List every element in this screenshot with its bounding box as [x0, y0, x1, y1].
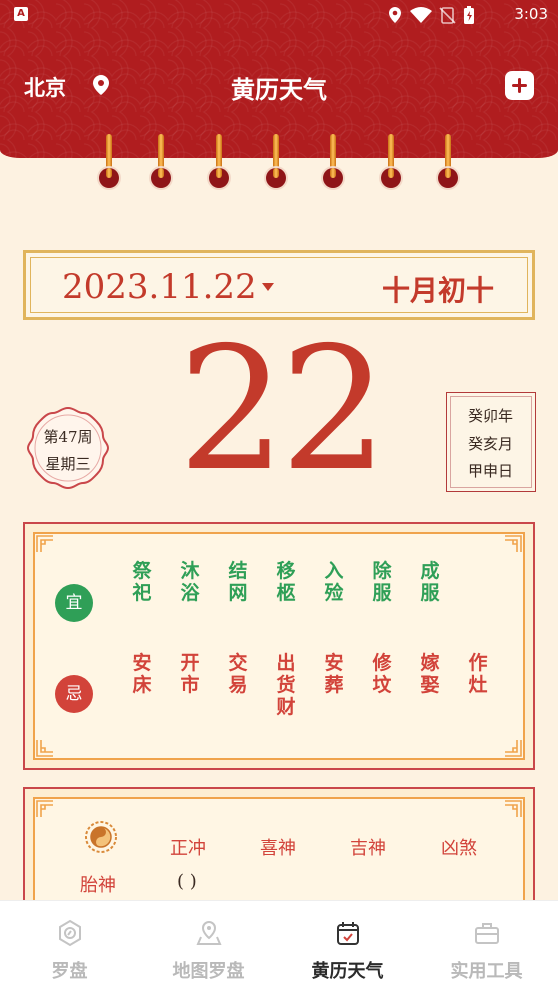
- compass-icon: [59, 919, 81, 947]
- week-badge: 第47周 星期三: [25, 405, 111, 491]
- ji-label: 忌: [55, 675, 93, 713]
- ji-item: 安葬: [324, 652, 344, 696]
- week-number: 第47周: [43, 428, 93, 446]
- corner-ornament-icon: [505, 800, 522, 817]
- ji-item: 安床: [132, 652, 152, 696]
- weekday: 星期三: [45, 455, 91, 473]
- yi-item: 结网: [228, 560, 248, 604]
- yi-item: 除服: [372, 560, 392, 604]
- nav-label: 黄历天气: [311, 961, 384, 982]
- bagua-icon: [85, 821, 117, 853]
- add-city-button[interactable]: [505, 71, 534, 100]
- no-sim-icon: [439, 7, 456, 24]
- lunar-date: 十月初十: [381, 274, 494, 307]
- status-icons: [389, 6, 474, 24]
- ji-item: 出货财: [276, 652, 296, 718]
- god-header-xishen: 喜神: [260, 838, 296, 859]
- solar-date[interactable]: 2023.11.22: [62, 267, 257, 307]
- binder-ring: [380, 134, 402, 190]
- big-day-number: 22: [177, 311, 388, 509]
- yi-label: 宜: [55, 584, 93, 622]
- binder-ring: [208, 134, 230, 190]
- god-header-xiongsha: 凶煞: [441, 838, 477, 859]
- nav-item-compass[interactable]: 罗盘: [0, 901, 139, 992]
- ganzhi-year: 癸卯年: [467, 407, 513, 425]
- ganzhi-day: 甲申日: [467, 462, 513, 480]
- nav-item-map-compass[interactable]: 地图罗盘: [139, 901, 278, 992]
- dropdown-caret-icon[interactable]: [262, 283, 274, 291]
- binder-ring: [265, 134, 287, 190]
- ji-item: 嫁娶: [420, 652, 440, 696]
- yi-item: 移柩: [276, 560, 296, 604]
- taishen-label: 胎神: [80, 875, 116, 896]
- corner-ornament-icon: [505, 535, 522, 552]
- clock: 3:03: [514, 5, 548, 23]
- bottom-nav: 罗盘 地图罗盘 黄历天气 实用工具: [0, 900, 558, 992]
- page-title: 黄历天气: [231, 75, 327, 104]
- nav-item-almanac[interactable]: 黄历天气: [278, 901, 417, 992]
- binder-ring: [98, 134, 120, 190]
- nav-label: 地图罗盘: [172, 961, 245, 982]
- corner-ornament-icon: [36, 800, 53, 817]
- binder-ring: [150, 134, 172, 190]
- ganzhi-box: 癸卯年 癸亥月 甲申日: [446, 392, 536, 492]
- toolbox-icon: [475, 923, 499, 944]
- god-header-zhengchong: 正冲: [170, 838, 206, 859]
- corner-ornament-icon: [36, 740, 53, 757]
- god-header-jishen: 吉神: [350, 838, 386, 859]
- binder-ring: [322, 134, 344, 190]
- binder-ring: [437, 134, 459, 190]
- map-pin-icon: [196, 920, 222, 945]
- yi-item: 沐浴: [180, 560, 200, 604]
- nav-label: 实用工具: [450, 961, 523, 982]
- ji-item: 交易: [228, 652, 248, 696]
- battery-icon: [464, 6, 474, 24]
- calendar-icon: [337, 922, 359, 945]
- location-status-icon: [389, 7, 401, 23]
- ji-item: 开市: [180, 652, 200, 696]
- ji-item: 修坟: [372, 652, 392, 696]
- nav-label: 罗盘: [51, 961, 88, 982]
- yi-item: 成服: [420, 560, 440, 604]
- yi-item: 入殓: [324, 560, 344, 604]
- status-bar: A 3:03: [0, 0, 558, 30]
- ganzhi-month: 癸亥月: [467, 435, 513, 453]
- nav-item-tools[interactable]: 实用工具: [417, 901, 556, 992]
- yi-ji-panel: 宜 忌 祭祀 沐浴 结网 移柩 入殓 除服 成服 安床 开市 交易 出货财 安葬 修坟 嫁娶 作灶: [23, 522, 535, 770]
- yi-item: 祭祀: [132, 560, 152, 604]
- app-notification-icon: A: [14, 7, 28, 21]
- date-selector-banner[interactable]: 2023.11.22 十月初十: [23, 250, 535, 320]
- taishen-value: ( ): [177, 871, 197, 892]
- scalloped-badge-icon: [26, 406, 110, 490]
- ji-item: 作灶: [468, 652, 488, 696]
- corner-ornament-icon: [36, 535, 53, 552]
- wifi-icon: [410, 7, 432, 23]
- corner-ornament-icon: [505, 740, 522, 757]
